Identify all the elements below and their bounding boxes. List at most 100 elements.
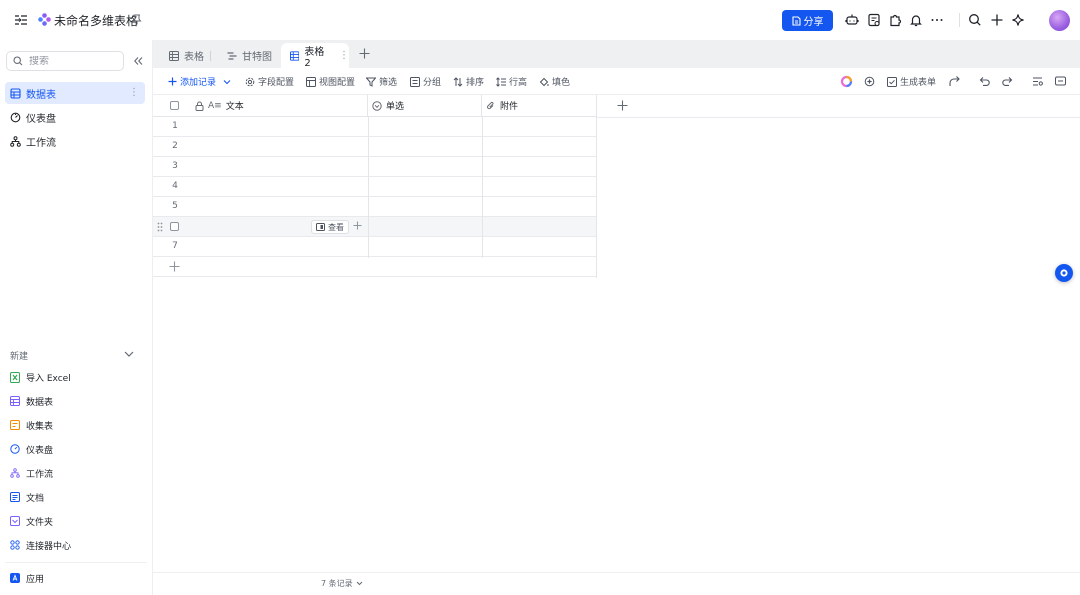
- pin-icon[interactable]: [132, 14, 142, 25]
- select-all-checkbox[interactable]: [170, 101, 179, 110]
- sidebar-divider: [5, 562, 147, 563]
- chevron-down-icon[interactable]: [223, 79, 231, 85]
- form-doc-icon[interactable]: [867, 13, 881, 27]
- table-row[interactable]: 4: [153, 177, 597, 197]
- record-count[interactable]: 7 条记录: [321, 578, 363, 589]
- group-icon: [410, 76, 420, 87]
- plugin-icon[interactable]: [888, 13, 902, 27]
- new-workflow[interactable]: 工作流: [5, 462, 145, 484]
- form-icon: [10, 420, 20, 430]
- sort-icon: [453, 76, 463, 87]
- field-config-button[interactable]: 字段配置: [245, 75, 294, 88]
- group-label: 分组: [423, 78, 442, 88]
- gantt-icon: [227, 51, 237, 60]
- help-assistant-button[interactable]: [1055, 264, 1073, 282]
- sort-label: 排序: [466, 78, 485, 88]
- column-header-text[interactable]: A≡ 文本: [189, 95, 368, 117]
- tab-label: 表格 2: [304, 46, 325, 69]
- sidebar-toggle-icon[interactable]: [14, 13, 28, 27]
- table-row-hovered[interactable]: 查看: [153, 217, 597, 237]
- sidebar-item-dashboard[interactable]: 仪表盘: [5, 106, 145, 128]
- column-header-single-select[interactable]: 单选: [368, 95, 482, 117]
- undo-icon[interactable]: [978, 75, 991, 88]
- view-config-label: 视图配置: [319, 78, 356, 88]
- tab-grid-view[interactable]: 表格: [153, 43, 211, 68]
- sidebar-item-datatable[interactable]: 数据表 ⋮: [5, 82, 145, 104]
- new-connector-center[interactable]: 连接器中心: [5, 534, 145, 556]
- table-row[interactable]: 3: [153, 157, 597, 177]
- column-label: 附件: [500, 102, 519, 112]
- row-number: 4: [172, 181, 178, 191]
- sidebar-search[interactable]: [6, 51, 124, 71]
- ai-sparkle-icon[interactable]: [1011, 13, 1025, 27]
- chevron-down-icon: [356, 581, 362, 586]
- new-import-excel[interactable]: 导入 Excel: [5, 366, 145, 388]
- table-settings-icon[interactable]: [1031, 75, 1044, 88]
- table-row[interactable]: 2: [153, 137, 597, 157]
- color-wheel-icon[interactable]: [840, 75, 853, 88]
- new-datatable[interactable]: 数据表: [5, 390, 145, 412]
- new-form[interactable]: 收集表: [5, 414, 145, 436]
- table-row[interactable]: 1: [153, 117, 597, 137]
- row-checkbox[interactable]: [170, 222, 179, 231]
- add-icon[interactable]: [990, 13, 1004, 27]
- filter-icon: [366, 77, 376, 87]
- row-height-button[interactable]: 行高: [496, 75, 527, 88]
- collapse-sidebar-icon[interactable]: [133, 56, 143, 66]
- drag-handle-icon[interactable]: [157, 222, 163, 232]
- sidebar-item-apps[interactable]: 应用: [5, 567, 145, 589]
- add-row[interactable]: [153, 257, 597, 277]
- chevron-down-icon[interactable]: [124, 350, 134, 358]
- tab-more-icon[interactable]: ⋮: [339, 50, 349, 61]
- more-options-icon[interactable]: [930, 13, 944, 27]
- insert-row-icon[interactable]: [352, 220, 363, 231]
- share-view-icon[interactable]: [948, 75, 961, 88]
- row-number: 2: [172, 141, 178, 151]
- doc-icon: [10, 492, 20, 502]
- toolbar-divider: [959, 13, 960, 27]
- sidebar-search-input[interactable]: [29, 55, 109, 67]
- table-row[interactable]: 5: [153, 197, 597, 217]
- tab-grid-view-2[interactable]: 表格 2 ⋮: [281, 43, 349, 69]
- status-bar: 7 条记录: [153, 572, 1080, 595]
- view-config-button[interactable]: 视图配置: [306, 75, 355, 88]
- fill-color-label: 填色: [552, 78, 571, 88]
- more-menu-icon[interactable]: ⋮: [129, 87, 139, 98]
- ai-assistant-icon[interactable]: [863, 75, 876, 88]
- form-icon: [887, 76, 897, 87]
- new-folder[interactable]: 文件夹: [5, 510, 145, 532]
- comment-icon[interactable]: [1054, 75, 1067, 88]
- lock-icon: [195, 101, 204, 111]
- bot-icon[interactable]: [845, 13, 859, 27]
- generate-form-button[interactable]: 生成表单: [887, 75, 936, 88]
- document-title[interactable]: 未命名多维表格: [54, 12, 138, 29]
- plus-icon: [168, 77, 177, 86]
- new-doc[interactable]: 文档: [5, 486, 145, 508]
- main-area: 表格 甘特图 表格 2 ⋮ 添加记录 字段配置 视图配置 筛选 分组 排序 行高…: [152, 40, 1080, 595]
- notification-bell-icon[interactable]: [909, 13, 923, 27]
- apps-icon: [10, 573, 20, 583]
- row-number: 5: [172, 201, 178, 211]
- fill-color-button[interactable]: 填色: [539, 75, 570, 88]
- search-icon[interactable]: [968, 13, 982, 27]
- record-count-label: 7 条记录: [321, 579, 353, 588]
- filter-button[interactable]: 筛选: [366, 75, 397, 88]
- add-view-icon[interactable]: [359, 48, 370, 59]
- user-avatar[interactable]: [1049, 10, 1070, 31]
- redo-icon[interactable]: [1001, 75, 1014, 88]
- new-item-label: 工作流: [26, 469, 54, 480]
- sort-button[interactable]: 排序: [453, 75, 484, 88]
- sidebar-item-label: 工作流: [26, 137, 56, 149]
- add-field-icon[interactable]: [617, 100, 628, 111]
- column-header-attachment[interactable]: 附件: [482, 95, 597, 117]
- tab-gantt-view[interactable]: 甘特图: [211, 43, 283, 68]
- add-record-button[interactable]: 添加记录: [168, 75, 231, 88]
- sidebar-item-workflow[interactable]: 工作流: [5, 130, 145, 152]
- view-config-icon: [306, 76, 316, 87]
- expand-record-button[interactable]: 查看: [311, 220, 349, 234]
- share-button[interactable]: 分享: [782, 10, 833, 31]
- new-dashboard[interactable]: 仪表盘: [5, 438, 145, 460]
- group-button[interactable]: 分组: [410, 75, 441, 88]
- table-row[interactable]: 7: [153, 237, 597, 257]
- field-config-label: 字段配置: [258, 78, 295, 88]
